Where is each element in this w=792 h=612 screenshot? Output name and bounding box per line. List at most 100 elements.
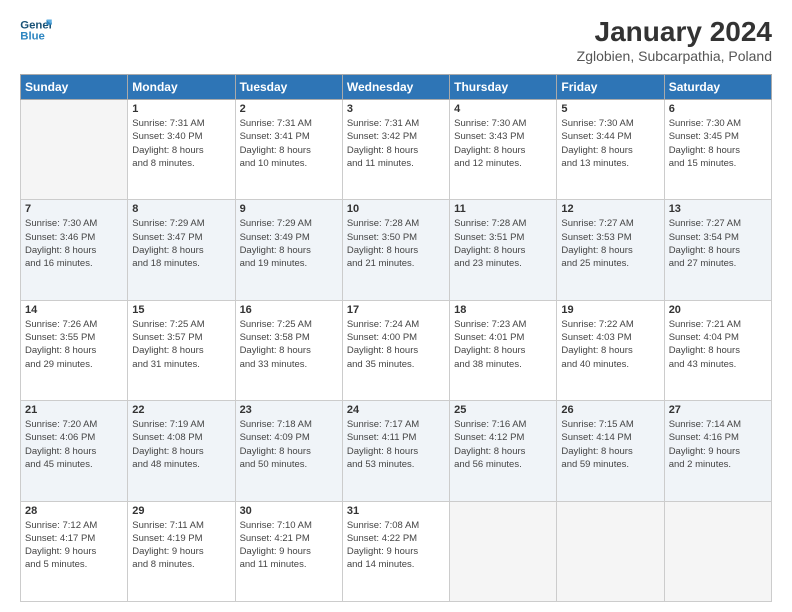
table-row: 24 Sunrise: 7:17 AM Sunset: 4:11 PM Dayli… xyxy=(342,401,449,501)
calendar-week-row: 1 Sunrise: 7:31 AM Sunset: 3:40 PM Daylig… xyxy=(21,100,772,200)
table-row: 2 Sunrise: 7:31 AM Sunset: 3:41 PM Daylig… xyxy=(235,100,342,200)
calendar-week-row: 28 Sunrise: 7:12 AM Sunset: 4:17 PM Dayli… xyxy=(21,501,772,601)
day-number: 31 xyxy=(347,505,445,517)
table-row: 6 Sunrise: 7:30 AM Sunset: 3:45 PM Daylig… xyxy=(664,100,771,200)
table-row: 30 Sunrise: 7:10 AM Sunset: 4:21 PM Dayli… xyxy=(235,501,342,601)
day-info: Sunrise: 7:26 AM Sunset: 3:55 PM Dayligh… xyxy=(25,318,123,371)
page: General Blue January 2024 Zglobien, Subc… xyxy=(0,0,792,612)
day-number: 5 xyxy=(561,103,659,115)
day-info: Sunrise: 7:15 AM Sunset: 4:14 PM Dayligh… xyxy=(561,418,659,471)
day-number: 21 xyxy=(25,404,123,416)
day-number: 24 xyxy=(347,404,445,416)
table-row: 4 Sunrise: 7:30 AM Sunset: 3:43 PM Daylig… xyxy=(450,100,557,200)
calendar-week-row: 14 Sunrise: 7:26 AM Sunset: 3:55 PM Dayli… xyxy=(21,300,772,400)
day-info: Sunrise: 7:25 AM Sunset: 3:57 PM Dayligh… xyxy=(132,318,230,371)
day-info: Sunrise: 7:28 AM Sunset: 3:51 PM Dayligh… xyxy=(454,217,552,270)
day-info: Sunrise: 7:19 AM Sunset: 4:08 PM Dayligh… xyxy=(132,418,230,471)
day-number: 8 xyxy=(132,203,230,215)
day-info: Sunrise: 7:27 AM Sunset: 3:53 PM Dayligh… xyxy=(561,217,659,270)
day-info: Sunrise: 7:22 AM Sunset: 4:03 PM Dayligh… xyxy=(561,318,659,371)
day-number: 28 xyxy=(25,505,123,517)
title-block: January 2024 Zglobien, Subcarpathia, Pol… xyxy=(577,16,772,64)
day-info: Sunrise: 7:25 AM Sunset: 3:58 PM Dayligh… xyxy=(240,318,338,371)
day-info: Sunrise: 7:30 AM Sunset: 3:43 PM Dayligh… xyxy=(454,117,552,170)
table-row: 25 Sunrise: 7:16 AM Sunset: 4:12 PM Dayli… xyxy=(450,401,557,501)
day-info: Sunrise: 7:18 AM Sunset: 4:09 PM Dayligh… xyxy=(240,418,338,471)
day-number: 25 xyxy=(454,404,552,416)
day-info: Sunrise: 7:30 AM Sunset: 3:45 PM Dayligh… xyxy=(669,117,767,170)
day-number: 12 xyxy=(561,203,659,215)
day-info: Sunrise: 7:10 AM Sunset: 4:21 PM Dayligh… xyxy=(240,519,338,572)
calendar-week-row: 7 Sunrise: 7:30 AM Sunset: 3:46 PM Daylig… xyxy=(21,200,772,300)
day-info: Sunrise: 7:24 AM Sunset: 4:00 PM Dayligh… xyxy=(347,318,445,371)
day-info: Sunrise: 7:27 AM Sunset: 3:54 PM Dayligh… xyxy=(669,217,767,270)
day-info: Sunrise: 7:16 AM Sunset: 4:12 PM Dayligh… xyxy=(454,418,552,471)
table-row: 17Sunrise: 7:24 AM Sunset: 4:00 PM Dayli… xyxy=(342,300,449,400)
day-number: 7 xyxy=(25,203,123,215)
day-info: Sunrise: 7:31 AM Sunset: 3:42 PM Dayligh… xyxy=(347,117,445,170)
day-info: Sunrise: 7:12 AM Sunset: 4:17 PM Dayligh… xyxy=(25,519,123,572)
day-number: 19 xyxy=(561,304,659,316)
table-row xyxy=(557,501,664,601)
col-friday: Friday xyxy=(557,75,664,100)
day-number: 29 xyxy=(132,505,230,517)
day-number: 13 xyxy=(669,203,767,215)
table-row: 16Sunrise: 7:25 AM Sunset: 3:58 PM Dayli… xyxy=(235,300,342,400)
table-row: 15Sunrise: 7:25 AM Sunset: 3:57 PM Dayli… xyxy=(128,300,235,400)
col-monday: Monday xyxy=(128,75,235,100)
svg-text:Blue: Blue xyxy=(20,31,45,43)
table-row: 18 Sunrise: 7:23 AM Sunset: 4:01 PM Dayli… xyxy=(450,300,557,400)
day-number: 9 xyxy=(240,203,338,215)
col-wednesday: Wednesday xyxy=(342,75,449,100)
day-info: Sunrise: 7:20 AM Sunset: 4:06 PM Dayligh… xyxy=(25,418,123,471)
day-number: 23 xyxy=(240,404,338,416)
day-number: 6 xyxy=(669,103,767,115)
day-info: Sunrise: 7:28 AM Sunset: 3:50 PM Dayligh… xyxy=(347,217,445,270)
day-number: 18 xyxy=(454,304,552,316)
table-row: 13 Sunrise: 7:27 AM Sunset: 3:54 PM Dayli… xyxy=(664,200,771,300)
day-number: 30 xyxy=(240,505,338,517)
calendar-header-row: Sunday Monday Tuesday Wednesday Thursday… xyxy=(21,75,772,100)
logo: General Blue xyxy=(20,16,52,44)
table-row xyxy=(450,501,557,601)
day-info: Sunrise: 7:17 AM Sunset: 4:11 PM Dayligh… xyxy=(347,418,445,471)
day-number: 3 xyxy=(347,103,445,115)
day-info: Sunrise: 7:31 AM Sunset: 3:40 PM Dayligh… xyxy=(132,117,230,170)
day-number: 1 xyxy=(132,103,230,115)
col-thursday: Thursday xyxy=(450,75,557,100)
day-number: 10 xyxy=(347,203,445,215)
table-row: 22Sunrise: 7:19 AM Sunset: 4:08 PM Dayli… xyxy=(128,401,235,501)
table-row: 11 Sunrise: 7:28 AM Sunset: 3:51 PM Dayli… xyxy=(450,200,557,300)
col-saturday: Saturday xyxy=(664,75,771,100)
day-number: 14 xyxy=(25,304,123,316)
table-row: 3 Sunrise: 7:31 AM Sunset: 3:42 PM Daylig… xyxy=(342,100,449,200)
day-info: Sunrise: 7:23 AM Sunset: 4:01 PM Dayligh… xyxy=(454,318,552,371)
day-info: Sunrise: 7:30 AM Sunset: 3:44 PM Dayligh… xyxy=(561,117,659,170)
day-number: 27 xyxy=(669,404,767,416)
day-number: 20 xyxy=(669,304,767,316)
table-row: 8Sunrise: 7:29 AM Sunset: 3:47 PM Daylig… xyxy=(128,200,235,300)
table-row: 21 Sunrise: 7:20 AM Sunset: 4:06 PM Dayli… xyxy=(21,401,128,501)
table-row: 9Sunrise: 7:29 AM Sunset: 3:49 PM Daylig… xyxy=(235,200,342,300)
day-info: Sunrise: 7:08 AM Sunset: 4:22 PM Dayligh… xyxy=(347,519,445,572)
calendar-week-row: 21 Sunrise: 7:20 AM Sunset: 4:06 PM Dayli… xyxy=(21,401,772,501)
table-row: 31 Sunrise: 7:08 AM Sunset: 4:22 PM Dayli… xyxy=(342,501,449,601)
table-row: 1 Sunrise: 7:31 AM Sunset: 3:40 PM Daylig… xyxy=(128,100,235,200)
table-row: 27Sunrise: 7:14 AM Sunset: 4:16 PM Dayli… xyxy=(664,401,771,501)
table-row: 28 Sunrise: 7:12 AM Sunset: 4:17 PM Dayli… xyxy=(21,501,128,601)
day-number: 11 xyxy=(454,203,552,215)
day-info: Sunrise: 7:21 AM Sunset: 4:04 PM Dayligh… xyxy=(669,318,767,371)
table-row: 23 Sunrise: 7:18 AM Sunset: 4:09 PM Dayli… xyxy=(235,401,342,501)
subtitle: Zglobien, Subcarpathia, Poland xyxy=(577,48,772,64)
day-number: 2 xyxy=(240,103,338,115)
table-row: 7 Sunrise: 7:30 AM Sunset: 3:46 PM Daylig… xyxy=(21,200,128,300)
table-row: 20 Sunrise: 7:21 AM Sunset: 4:04 PM Dayli… xyxy=(664,300,771,400)
day-info: Sunrise: 7:11 AM Sunset: 4:19 PM Dayligh… xyxy=(132,519,230,572)
main-title: January 2024 xyxy=(577,16,772,48)
day-info: Sunrise: 7:30 AM Sunset: 3:46 PM Dayligh… xyxy=(25,217,123,270)
table-row: 29 Sunrise: 7:11 AM Sunset: 4:19 PM Dayli… xyxy=(128,501,235,601)
day-info: Sunrise: 7:31 AM Sunset: 3:41 PM Dayligh… xyxy=(240,117,338,170)
table-row: 26Sunrise: 7:15 AM Sunset: 4:14 PM Dayli… xyxy=(557,401,664,501)
table-row: 5 Sunrise: 7:30 AM Sunset: 3:44 PM Daylig… xyxy=(557,100,664,200)
day-number: 4 xyxy=(454,103,552,115)
